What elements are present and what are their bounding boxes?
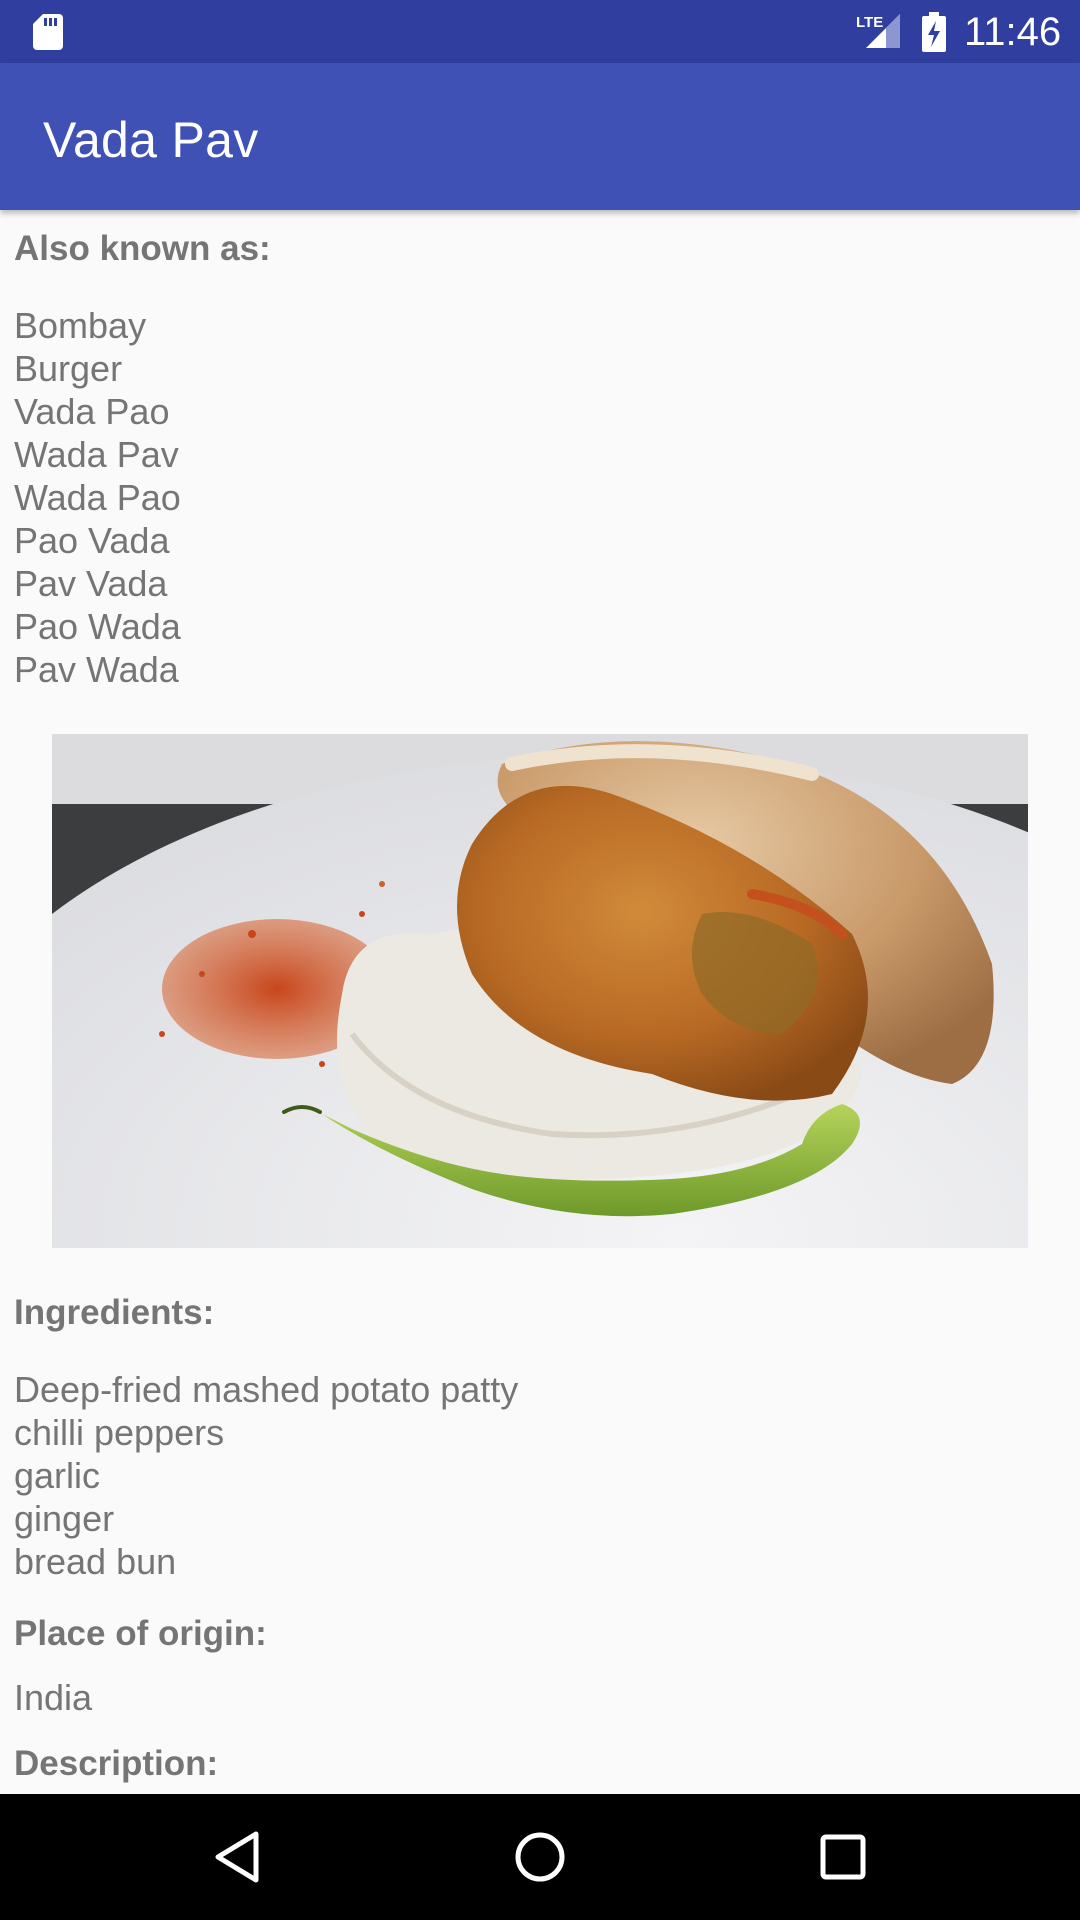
sd-card-icon (33, 14, 63, 50)
home-button[interactable] (500, 1817, 580, 1897)
app-bar: Vada Pav (0, 63, 1080, 210)
list-item: Vada Pao (14, 391, 170, 432)
back-button[interactable] (197, 1817, 277, 1897)
recents-button[interactable] (803, 1817, 883, 1897)
back-icon (215, 1831, 259, 1883)
signal-icon: LTE (856, 14, 900, 48)
vada-pav-illustration (52, 734, 1028, 1248)
place-of-origin-heading: Place of origin: (14, 1614, 267, 1653)
list-item: Wada Pao (14, 477, 181, 518)
status-clock: 11:46 (964, 10, 1062, 54)
list-item: Deep-fried mashed potato patty (14, 1369, 519, 1410)
list-item: Pav Wada (14, 649, 179, 690)
place-of-origin-value: India (14, 1677, 93, 1718)
place-of-origin-list: India (14, 1676, 92, 1719)
ingredients-list: Deep-fried mashed potato patty chilli pe… (14, 1368, 518, 1583)
battery-charging-icon (922, 12, 946, 52)
recents-icon (820, 1834, 866, 1880)
also-known-as-list: Bombay Burger Vada Pao Wada Pav Wada Pao… (14, 304, 181, 691)
list-item: Pao Wada (14, 606, 181, 647)
navigation-bar (0, 1794, 1080, 1920)
description-heading: Description: (14, 1744, 219, 1783)
list-item: ginger (14, 1498, 115, 1539)
page-title: Vada Pav (43, 112, 259, 168)
list-item: Pav Vada (14, 563, 168, 604)
list-item: chilli peppers (14, 1412, 225, 1453)
list-item: Bombay (14, 305, 147, 346)
food-photo (52, 734, 1028, 1248)
ingredients-heading: Ingredients: (14, 1293, 215, 1332)
list-item: garlic (14, 1455, 101, 1496)
svg-text:LTE: LTE (856, 14, 883, 31)
home-icon (515, 1832, 565, 1882)
status-bar: LTE 11:46 (0, 0, 1080, 63)
list-item: Pao Vada (14, 520, 170, 561)
detail-content[interactable]: Also known as: Bombay Burger Vada Pao Wa… (0, 210, 1080, 1794)
also-known-as-heading: Also known as: (14, 229, 271, 268)
list-item: Burger (14, 348, 123, 389)
list-item: bread bun (14, 1541, 177, 1582)
list-item: Wada Pav (14, 434, 179, 475)
